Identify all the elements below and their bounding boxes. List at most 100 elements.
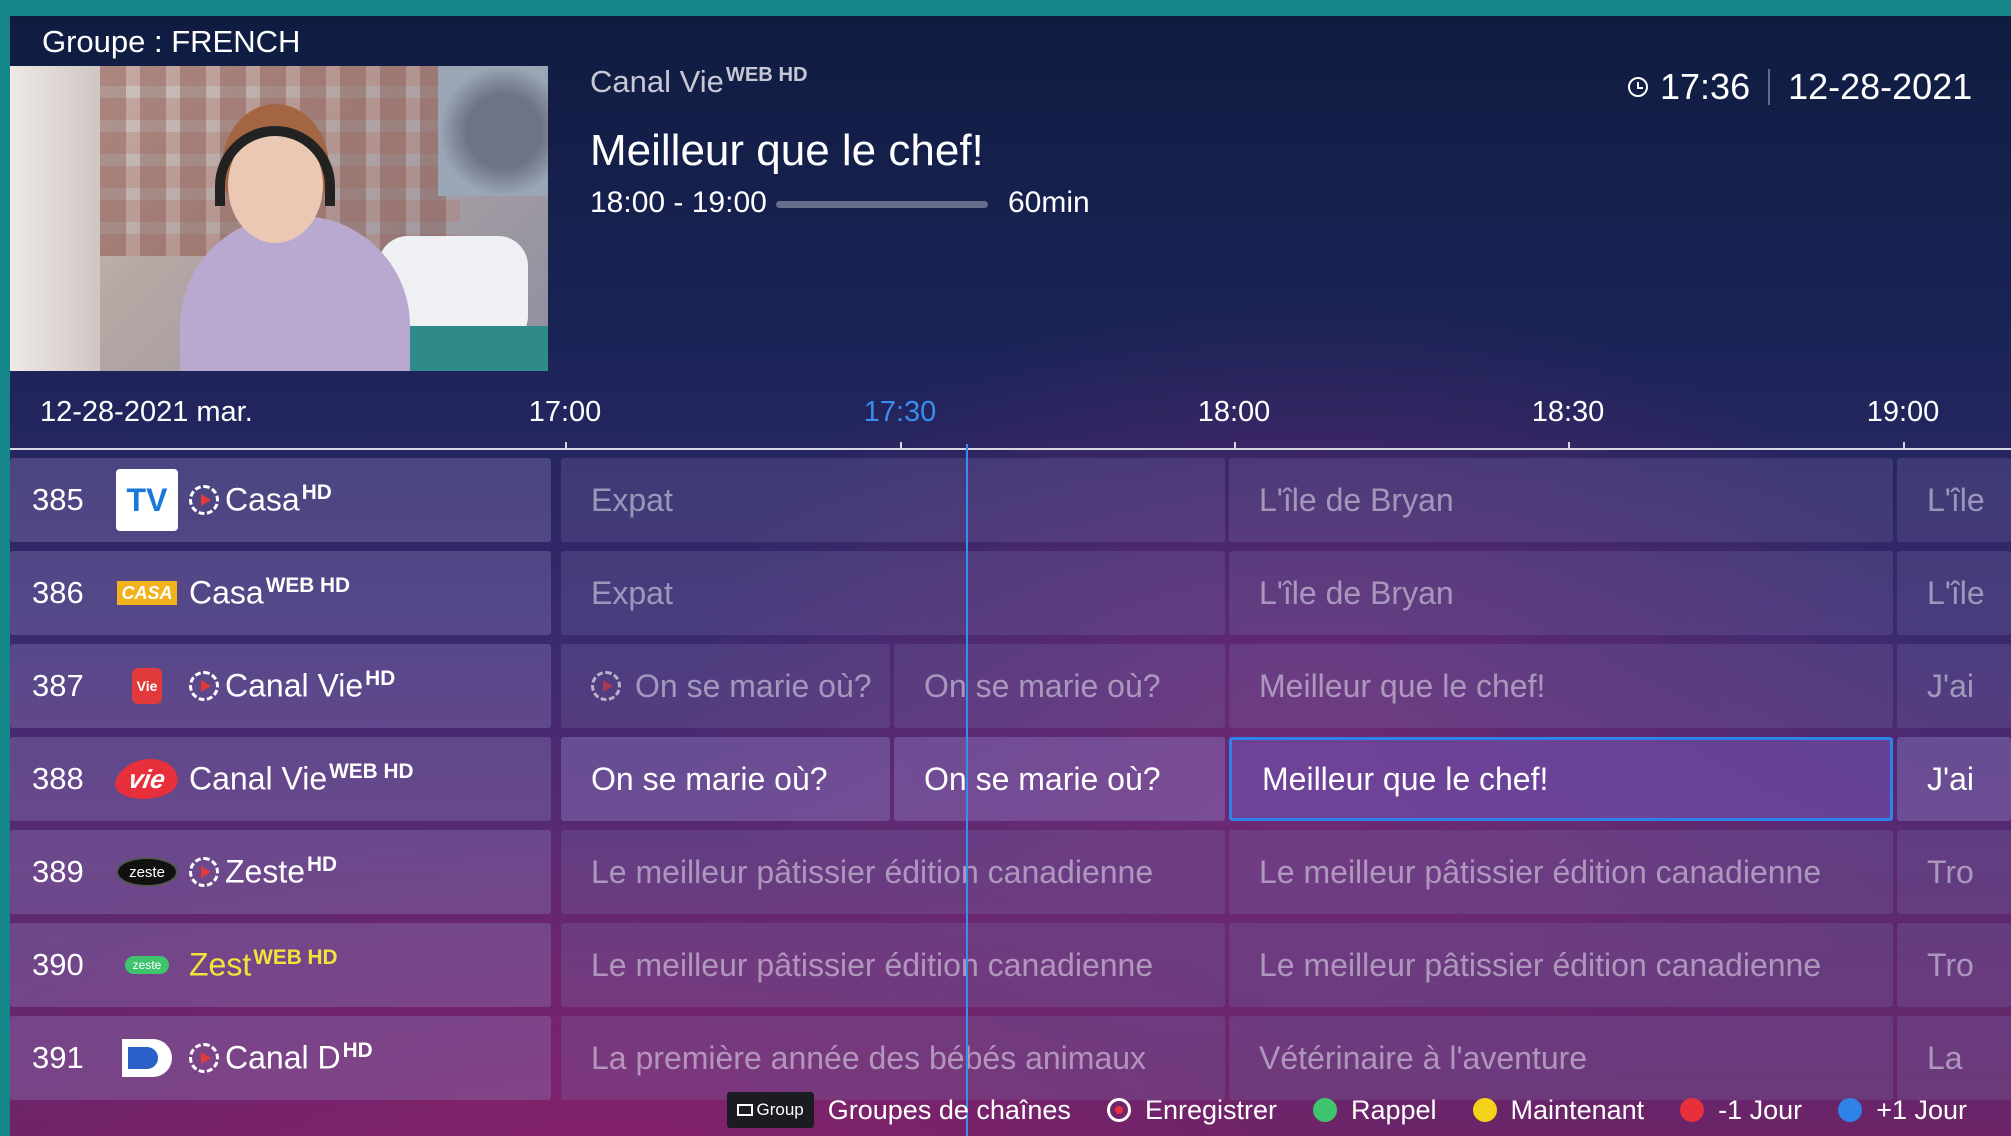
clock-date: 12-28-2021 xyxy=(1788,66,1973,107)
casa-logo-icon: CASA xyxy=(117,581,177,605)
channel-number: 390 xyxy=(32,947,84,982)
program-cell[interactable]: Expat xyxy=(561,551,1225,635)
channel-cell[interactable]: 386 CASA CasaWEB HD xyxy=(10,551,551,635)
program-cell[interactable]: On se marie où? xyxy=(561,737,890,821)
now-action[interactable]: Maintenant xyxy=(1472,1095,1644,1126)
next-day-action[interactable]: +1 Jour xyxy=(1838,1095,1967,1126)
program-cell[interactable]: Le meilleur pâtissier édition canadienne xyxy=(1229,830,1893,914)
channel-badge: HD xyxy=(307,853,338,877)
channel-name-text: Canal D xyxy=(225,1039,341,1076)
canal-vie-logo-icon: Vie xyxy=(132,668,162,704)
program-cell[interactable]: J'ai xyxy=(1897,737,2011,821)
channel-logo xyxy=(115,1027,179,1089)
time-tick-label: 18:30 xyxy=(1531,396,1605,428)
clock-time: 17:36 xyxy=(1660,66,1751,107)
program-cell[interactable]: L'île de Bryan xyxy=(1229,551,1893,635)
tv-logo-icon: TV xyxy=(116,469,178,531)
channel-badge: WEB HD xyxy=(329,760,414,784)
channel-number: 386 xyxy=(32,575,84,610)
channel-name: ZesteHD xyxy=(225,853,337,890)
program-cell-selected[interactable]: Meilleur que le chef! xyxy=(1229,737,1893,821)
epg-screen: Groupe : FRENCH Canal VieWEB HD Meilleur… xyxy=(10,16,2011,1136)
channel-name-text: Casa xyxy=(189,574,264,611)
info-channel-name-text: Canal Vie xyxy=(590,64,724,100)
channel-name-text: Canal Vie xyxy=(225,667,364,704)
record-label: Enregistrer xyxy=(1144,1094,1277,1125)
channel-name: CasaWEB HD xyxy=(189,574,350,611)
channel-name: ZestWEB HD xyxy=(189,946,338,983)
channel-badge: WEB HD xyxy=(253,946,338,970)
green-key-icon xyxy=(1312,1098,1337,1122)
group-button-label: Group xyxy=(756,1100,804,1119)
channel-number: 387 xyxy=(32,668,84,703)
channel-preview-video[interactable] xyxy=(10,66,548,371)
program-cell[interactable]: Le meilleur pâtissier édition canadienne xyxy=(561,923,1225,1007)
channel-name: CasaHD xyxy=(225,481,332,518)
info-channel-badge: WEB HD xyxy=(725,64,808,86)
program-cell[interactable]: L'île xyxy=(1897,551,2011,635)
channel-badge: HD xyxy=(342,1039,373,1063)
program-cell[interactable]: Tro xyxy=(1897,923,2011,1007)
program-cell[interactable]: Le meilleur pâtissier édition canadienne xyxy=(1229,923,1893,1007)
catchup-icon xyxy=(189,857,219,887)
channel-logo: vie xyxy=(112,748,182,810)
group-button[interactable]: Group xyxy=(726,1092,814,1128)
program-cell[interactable]: Meilleur que le chef! xyxy=(1229,644,1893,728)
program-cell[interactable]: On se marie où? xyxy=(894,737,1225,821)
groups-action[interactable]: Group Groupes de chaînes xyxy=(726,1092,1071,1128)
zeste-logo-icon: zeste xyxy=(116,857,178,887)
timeline-date[interactable]: 12-28-2021 mar. xyxy=(40,396,253,429)
clock: 17:36 12-28-2021 xyxy=(1628,66,1972,108)
next-day-label: +1 Jour xyxy=(1876,1094,1967,1125)
program-cell[interactable]: L'île de Bryan xyxy=(1229,458,1893,542)
info-program-title: Meilleur que le chef! xyxy=(590,126,984,175)
record-icon xyxy=(1106,1098,1131,1122)
reminder-action[interactable]: Rappel xyxy=(1312,1095,1437,1126)
prev-day-action[interactable]: -1 Jour xyxy=(1680,1095,1802,1126)
catchup-icon xyxy=(189,1043,219,1073)
program-cell[interactable]: Expat xyxy=(561,458,1225,542)
channel-cell[interactable]: 387 Vie Canal VieHD xyxy=(10,644,551,728)
channel-badge: WEB HD xyxy=(265,574,351,598)
program-cell[interactable]: On se marie où? xyxy=(894,644,1225,728)
clock-icon xyxy=(1628,77,1648,97)
program-cell[interactable]: Le meilleur pâtissier édition canadienne xyxy=(561,830,1225,914)
prev-day-label: -1 Jour xyxy=(1718,1094,1803,1125)
channel-number: 385 xyxy=(32,482,84,517)
group-icon xyxy=(736,1104,753,1116)
zest-logo-icon: zeste xyxy=(125,956,169,974)
program-cell[interactable]: On se marie où? xyxy=(561,644,890,728)
time-tick xyxy=(1903,442,1905,450)
channel-badge: HD xyxy=(301,481,332,505)
record-action[interactable]: Enregistrer xyxy=(1106,1094,1277,1126)
channel-number: 389 xyxy=(32,854,84,889)
program-cell[interactable]: L'île xyxy=(1897,458,2011,542)
catchup-icon xyxy=(189,671,219,701)
info-channel-name: Canal VieWEB HD xyxy=(590,64,808,100)
time-tick xyxy=(565,442,567,450)
channel-cell[interactable]: 389 zeste ZesteHD xyxy=(10,830,551,914)
vie-logo-icon: vie xyxy=(112,759,182,799)
channel-number: 388 xyxy=(32,761,84,796)
channel-logo: TV xyxy=(115,469,179,531)
program-progress-bar xyxy=(776,201,988,208)
preview-shelf xyxy=(10,66,100,371)
program-cell[interactable]: Tro xyxy=(1897,830,2011,914)
channel-cell[interactable]: 390 zeste ZestWEB HD xyxy=(10,923,551,1007)
channel-cell[interactable]: 388 vie Canal VieWEB HD xyxy=(10,737,551,821)
timeline-axis xyxy=(10,448,2011,450)
program-cell[interactable]: J'ai xyxy=(1897,644,2011,728)
time-tick xyxy=(900,442,902,450)
channel-cell[interactable]: 385 TV CasaHD xyxy=(10,458,551,542)
program-title: On se marie où? xyxy=(635,667,872,704)
channel-name-text: Canal Vie xyxy=(189,760,328,797)
red-key-icon xyxy=(1680,1098,1705,1122)
yellow-key-icon xyxy=(1472,1098,1497,1122)
footer-legend: Group Groupes de chaînes Enregistrer Rap… xyxy=(10,1084,2011,1136)
groups-label: Groupes de chaînes xyxy=(827,1094,1071,1125)
time-tick-label-current: 17:30 xyxy=(863,396,937,428)
group-title[interactable]: Groupe : FRENCH xyxy=(42,24,300,60)
channel-logo: CASA xyxy=(115,562,179,624)
channel-name: Canal VieHD xyxy=(225,667,395,704)
time-tick-label: 19:00 xyxy=(1866,396,1940,428)
